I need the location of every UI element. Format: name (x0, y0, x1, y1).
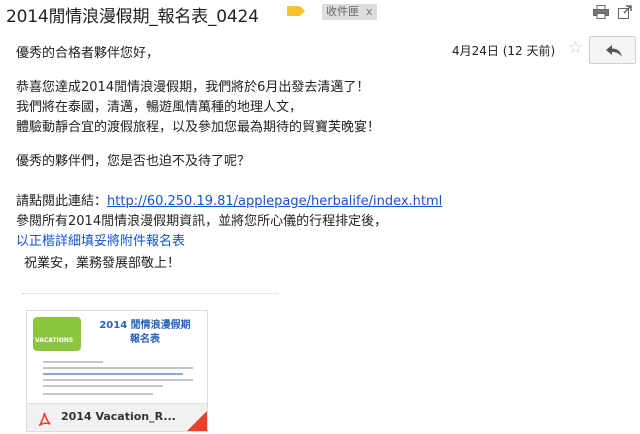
reply-button[interactable] (589, 36, 636, 64)
thumbnail-text-line (43, 385, 163, 387)
inbox-label-chip[interactable]: 收件匣 x (322, 4, 377, 20)
new-window-icon[interactable] (618, 4, 632, 19)
attachment-divider (22, 293, 278, 294)
subject-bar: 2014閒情浪漫假期_報名表_0424 收件匣 x (0, 0, 640, 28)
body-line: 我們將在泰國，清邁，暢遊風情萬種的地理人文， (16, 100, 303, 115)
thumbnail-text-line (43, 367, 193, 369)
vacation-logo-text: VACATIONS (35, 337, 74, 344)
print-icon[interactable] (593, 4, 609, 19)
thumbnail-title-line2: 報名表 (130, 334, 160, 345)
sender-greeting: 優秀的合格者夥伴您好， (16, 46, 160, 61)
attachment-file-bar[interactable]: 2014 Vacation_R... (27, 403, 207, 431)
label-tag-icon[interactable] (287, 6, 305, 16)
link-prefix: 請點閱此連結： (16, 194, 108, 209)
attachment-file-name[interactable]: 2014 Vacation_R... (61, 410, 176, 423)
link-line: 請點閱此連結：http://60.250.19.81/applepage/her… (16, 192, 442, 212)
body-line: 以正楷詳細填妥將附件報名表 (16, 234, 186, 249)
attachment-thumbnail[interactable]: VACATIONS 2014 閒情浪漫假期 報名表 (27, 311, 207, 399)
thumbnail-text-line (43, 379, 193, 381)
thumbnail-title: 2014 閒情浪漫假期 報名表 (87, 319, 203, 347)
thumbnail-title-line1: 2014 閒情浪漫假期 (99, 320, 191, 331)
inbox-label-text: 收件匣 (326, 5, 359, 18)
star-icon[interactable]: ☆ (568, 38, 583, 58)
pdf-corner-fold (187, 411, 207, 431)
email-date: 4月24日 (12 天前) (452, 44, 556, 58)
pdf-icon (38, 412, 51, 426)
signature-line: 祝業安，業務發展部敬上！ (24, 256, 181, 271)
body-line: 參閱所有2014閒情浪漫假期資訊，並將您所心儀的行程排定後， (16, 214, 388, 229)
reply-icon (606, 45, 622, 57)
body-line: 優秀的夥伴們，您是否也迫不及待了呢？ (16, 154, 251, 169)
thumbnail-text-line (43, 393, 153, 395)
herbalife-link[interactable]: http://60.250.19.81/applepage/herbalife/… (107, 194, 442, 209)
thumbnail-text-line (43, 373, 183, 375)
body-line: 體驗動靜合宜的渡假旅程，以及參加您最為期待的貿寶芙晚宴！ (16, 120, 381, 135)
body-line: 恭喜您達成2014閒情浪漫假期，我們將於6月出發去清邁了！ (16, 80, 370, 95)
remove-label-button[interactable]: x (366, 5, 373, 18)
attachment-card[interactable]: VACATIONS 2014 閒情浪漫假期 報名表 2014 Vacation_… (26, 310, 208, 432)
vacation-logo: VACATIONS (33, 317, 81, 351)
email-subject: 2014閒情浪漫假期_報名表_0424 (6, 7, 259, 27)
thumbnail-text-line (43, 361, 103, 363)
